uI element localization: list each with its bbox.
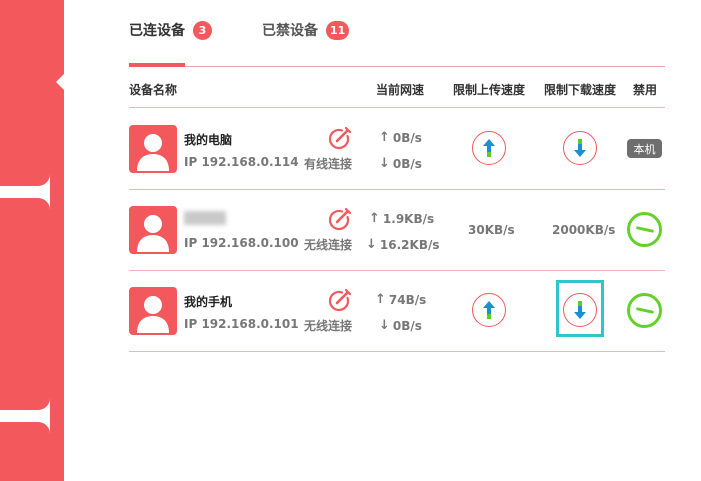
upload-speed: ↑ 0B/s bbox=[379, 130, 422, 145]
connection-type: 无线连接 bbox=[304, 238, 353, 252]
column-header-block: 禁用 bbox=[633, 83, 658, 97]
upload-speed-value: 0B/s bbox=[392, 130, 422, 145]
sidebar-tab-1[interactable] bbox=[0, 0, 50, 186]
upload-speed-value: 1.9KB/s bbox=[382, 211, 435, 226]
download-speed: ↓ 16.2KB/s bbox=[366, 237, 439, 252]
user-avatar-icon bbox=[129, 125, 177, 173]
sidebar-tab-3[interactable] bbox=[0, 422, 50, 481]
arrow-up-icon: ↑ bbox=[369, 211, 380, 226]
upload-limit-value[interactable]: 30KB/s bbox=[468, 223, 515, 237]
device-name: 我的手机 bbox=[184, 295, 233, 309]
column-header-download-limit: 限制下载速度 bbox=[544, 83, 617, 97]
local-device-badge: 本机 bbox=[627, 139, 662, 158]
device-ip: IP 192.168.0.100 bbox=[184, 236, 299, 250]
edit-pen-icon[interactable] bbox=[328, 126, 352, 154]
arrow-up-icon: ↑ bbox=[375, 292, 386, 307]
device-ip: IP 192.168.0.114 bbox=[184, 155, 299, 169]
set-upload-limit-button[interactable] bbox=[472, 131, 506, 165]
ban-icon bbox=[635, 226, 654, 233]
download-speed-value: 0B/s bbox=[392, 156, 422, 171]
device-name: 我的电脑 bbox=[184, 133, 233, 147]
download-speed-value: 0B/s bbox=[392, 318, 422, 333]
tab-divider bbox=[129, 66, 665, 67]
arrow-down-icon: ↓ bbox=[379, 156, 390, 171]
download-limit-value[interactable]: 2000KB/s bbox=[552, 223, 615, 237]
arrow-up-icon bbox=[483, 139, 495, 157]
column-header-upload-limit: 限制上传速度 bbox=[453, 83, 526, 97]
row-divider bbox=[129, 270, 665, 271]
arrow-down-icon: ↓ bbox=[379, 318, 390, 333]
download-speed: ↓ 0B/s bbox=[379, 318, 422, 333]
set-download-limit-button[interactable] bbox=[563, 131, 597, 165]
tab-blocked-devices[interactable]: 已禁设备 11 bbox=[262, 20, 350, 40]
arrow-up-icon bbox=[483, 301, 495, 319]
column-header-speed: 当前网速 bbox=[376, 83, 425, 97]
ban-device-button[interactable] bbox=[627, 293, 662, 328]
ban-device-button[interactable] bbox=[627, 212, 662, 247]
sidebar-active-pointer bbox=[56, 74, 64, 90]
device-ip: IP 192.168.0.101 bbox=[184, 317, 299, 331]
sidebar-divider bbox=[50, 0, 64, 481]
connection-type: 无线连接 bbox=[304, 319, 353, 333]
connected-count-badge: 3 bbox=[193, 20, 212, 40]
active-tab-underline bbox=[129, 63, 185, 67]
row-divider bbox=[129, 351, 665, 352]
upload-speed-value: 74B/s bbox=[388, 292, 427, 307]
edit-pen-icon[interactable] bbox=[328, 288, 352, 316]
tab-connected-label: 已连设备 bbox=[129, 23, 185, 39]
ban-icon bbox=[635, 307, 654, 314]
row-divider bbox=[129, 189, 665, 190]
device-name bbox=[184, 211, 226, 225]
edit-pen-icon[interactable] bbox=[328, 207, 352, 235]
user-avatar-icon bbox=[129, 206, 177, 254]
blocked-count-badge: 11 bbox=[326, 20, 350, 40]
arrow-down-icon: ↓ bbox=[366, 237, 377, 252]
user-avatar-icon bbox=[129, 287, 177, 335]
tab-blocked-label: 已禁设备 bbox=[262, 23, 318, 39]
connection-type: 有线连接 bbox=[304, 157, 353, 171]
arrow-up-icon: ↑ bbox=[379, 130, 390, 145]
header-divider bbox=[129, 107, 665, 108]
download-speed: ↓ 0B/s bbox=[379, 156, 422, 171]
set-upload-limit-button[interactable] bbox=[472, 293, 506, 327]
sidebar-tab-2[interactable] bbox=[0, 198, 50, 410]
focus-highlight bbox=[556, 280, 604, 337]
upload-speed: ↑ 74B/s bbox=[375, 292, 426, 307]
arrow-down-icon bbox=[574, 139, 586, 157]
column-header-name: 设备名称 bbox=[129, 83, 178, 97]
upload-speed: ↑ 1.9KB/s bbox=[369, 211, 434, 226]
download-speed-value: 16.2KB/s bbox=[379, 237, 440, 252]
tab-connected-devices[interactable]: 已连设备 3 bbox=[129, 20, 212, 40]
